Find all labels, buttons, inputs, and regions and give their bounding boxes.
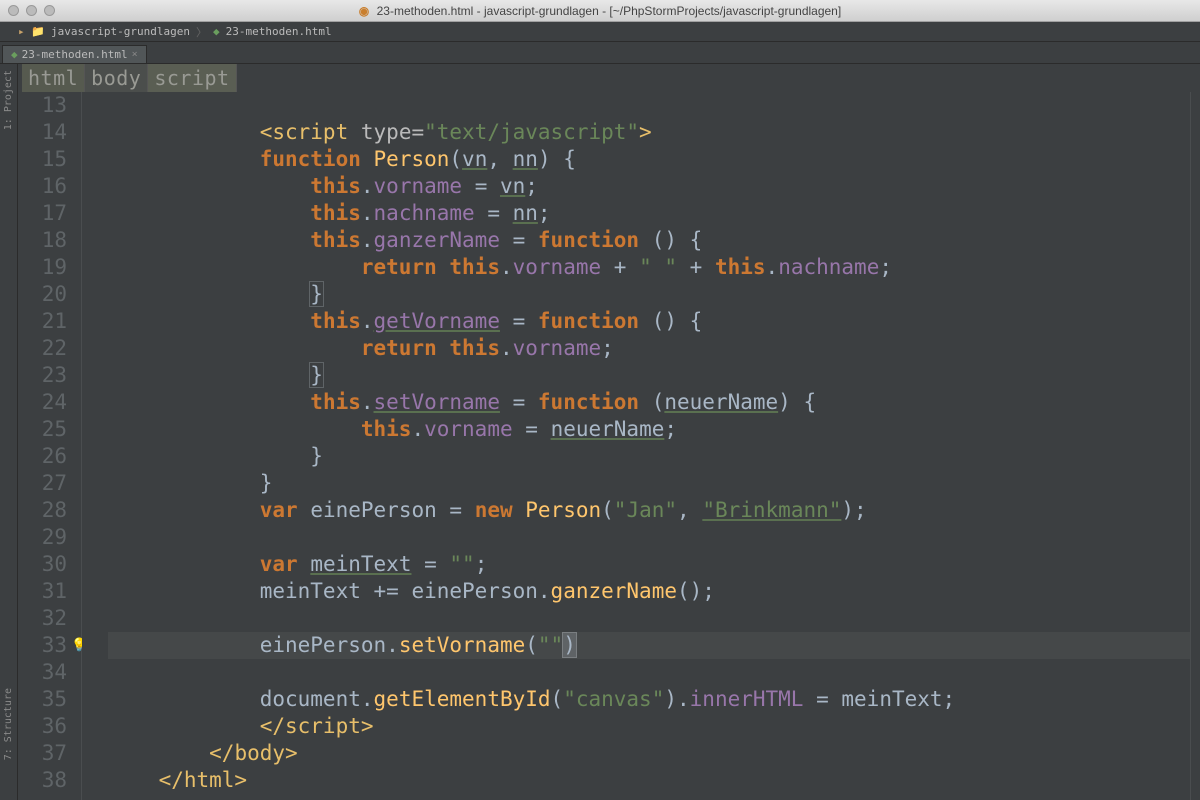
left-tool-strip: 1: Project 7: Structure bbox=[0, 64, 18, 800]
scrollbar[interactable] bbox=[1190, 92, 1200, 800]
code-editor[interactable]: 1314151617181920212223242526272829303132… bbox=[18, 92, 1200, 800]
line-gutter[interactable]: 1314151617181920212223242526272829303132… bbox=[18, 92, 82, 800]
zoom-icon[interactable] bbox=[44, 5, 55, 16]
close-icon[interactable] bbox=[8, 5, 19, 16]
tool-structure[interactable]: 7: Structure bbox=[3, 688, 14, 760]
file-name[interactable]: 23-methoden.html bbox=[226, 25, 332, 38]
minimize-icon[interactable] bbox=[26, 5, 37, 16]
window-title: ◉ 23-methoden.html - javascript-grundlag… bbox=[0, 4, 1200, 18]
html-file-icon: ◆ bbox=[213, 25, 220, 38]
traffic-lights bbox=[8, 5, 55, 16]
file-type-icon: ◉ bbox=[359, 4, 369, 18]
window-titlebar: ◉ 23-methoden.html - javascript-grundlag… bbox=[0, 0, 1200, 22]
editor-area: html body script 13141516171819202122232… bbox=[18, 64, 1200, 800]
html-file-icon: ◆ bbox=[11, 48, 18, 61]
crumb-script[interactable]: script bbox=[148, 64, 236, 92]
project-path-bar: ▸ 📁 javascript-grundlagen 〉 ◆ 23-methode… bbox=[0, 22, 1200, 42]
tab-23-methoden[interactable]: ◆ 23-methoden.html × bbox=[2, 45, 147, 63]
editor-tabs: ◆ 23-methoden.html × bbox=[0, 42, 1200, 64]
code-content[interactable]: <script type="text/javascript"> function… bbox=[82, 92, 1200, 800]
close-tab-icon[interactable]: × bbox=[132, 49, 138, 60]
code-breadcrumb: html body script bbox=[18, 64, 1200, 92]
tool-project[interactable]: 1: Project bbox=[3, 70, 14, 130]
crumb-body[interactable]: body bbox=[85, 64, 148, 92]
folder-icon: ▸ 📁 bbox=[18, 25, 45, 38]
project-name[interactable]: javascript-grundlagen bbox=[51, 25, 190, 38]
crumb-html[interactable]: html bbox=[22, 64, 85, 92]
